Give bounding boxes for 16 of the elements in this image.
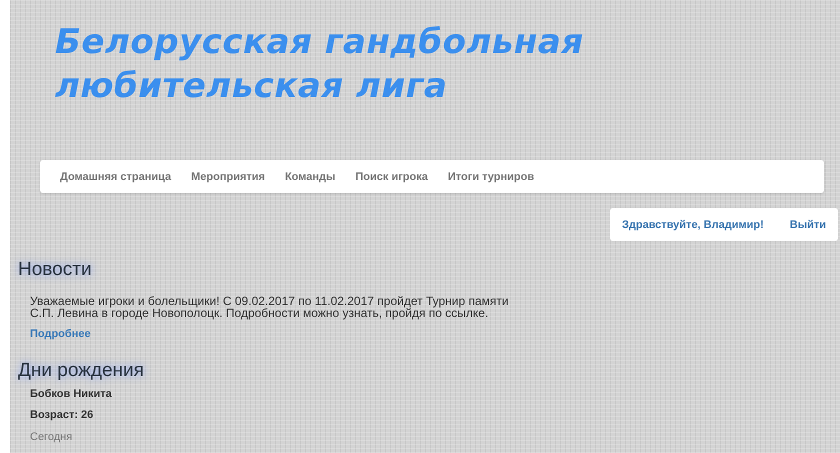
nav-link[interactable]: Домашняя страница xyxy=(60,170,172,182)
nav-link[interactable]: Команды xyxy=(284,170,336,182)
nav-link[interactable]: Итоги турниров xyxy=(448,170,534,182)
section-heading: Дни рождения xyxy=(18,360,144,382)
person-name: Бобков Никита xyxy=(30,388,112,400)
site-title: любительская лига xyxy=(55,65,448,108)
birthday-date: Сегодня xyxy=(30,431,72,443)
more-link[interactable]: Подробнее xyxy=(30,328,91,340)
greeting-link[interactable]: Здравствуйте, Владимир! xyxy=(622,218,764,230)
news-text: Уважаемые игроки и болельщики! С 09.02.2017 по 11.02.2017 пройдет Турнир памяти С.П. Левина в городе Новополоцк. Подробности можно узнать, пройдя по ссылке. xyxy=(30,295,510,319)
section-heading: Новости xyxy=(18,259,92,281)
person-age: Возраст: 26 xyxy=(30,409,94,421)
nav-link[interactable]: Поиск игрока xyxy=(355,170,428,182)
logout-link[interactable]: Выйти xyxy=(790,218,826,230)
site-title: Белорусская гандбольная xyxy=(55,21,585,64)
nav-link[interactable]: Мероприятия xyxy=(191,170,265,182)
